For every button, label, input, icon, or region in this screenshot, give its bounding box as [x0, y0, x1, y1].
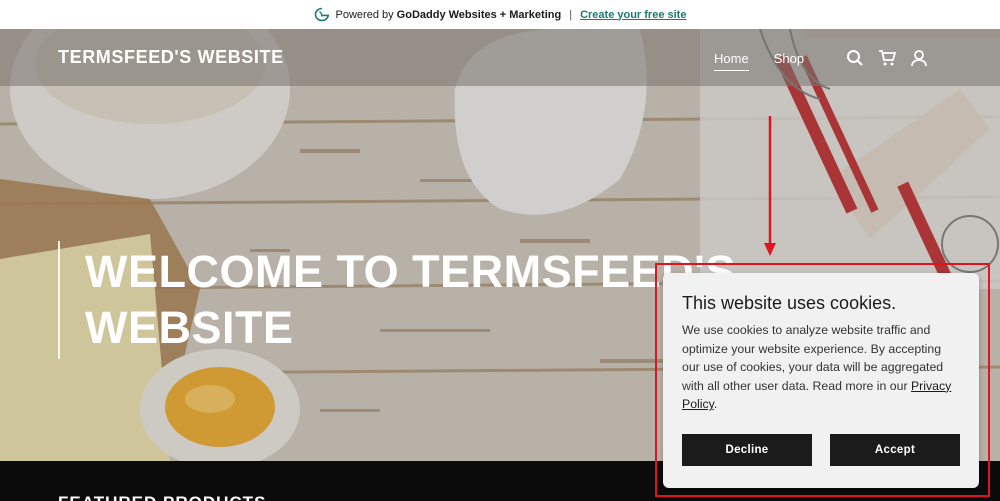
promo-separator: |	[569, 8, 573, 21]
hero-title-rule	[58, 241, 60, 359]
user-icon[interactable]	[910, 49, 928, 67]
main-nav: Home Shop	[714, 51, 804, 71]
decline-button[interactable]: Decline	[682, 434, 812, 466]
featured-heading: FEATURED PRODUCTS	[58, 493, 266, 501]
promo-prefix: Powered by	[335, 8, 394, 21]
cart-icon[interactable]	[878, 49, 896, 67]
promo-brand: GoDaddy Websites + Marketing	[396, 8, 562, 21]
cookie-body-end: .	[713, 397, 718, 412]
site-header: TERMSFEED'S WEBSITE Home Shop	[0, 29, 1000, 86]
site-logo[interactable]: TERMSFEED'S WEBSITE	[58, 47, 284, 68]
godaddy-logo-icon	[314, 7, 330, 23]
accept-button[interactable]: Accept	[830, 434, 960, 466]
nav-shop[interactable]: Shop	[774, 51, 804, 71]
cookie-message: We use cookies to analyze website traffi…	[682, 321, 962, 414]
cookie-dialog: This website uses cookies. We use cookie…	[663, 273, 979, 488]
promo-bar: Powered by GoDaddy Websites + Marketing …	[0, 0, 1000, 29]
hero-title-line-1: WELCOME TO TERMSFEED'S	[85, 246, 736, 297]
hero-title: WELCOME TO TERMSFEED'S WEBSITE	[85, 244, 736, 356]
nav-home[interactable]: Home	[714, 51, 749, 71]
cookie-title: This website uses cookies.	[682, 293, 897, 313]
create-site-link[interactable]: Create your free site	[580, 9, 686, 21]
cookie-body: We use cookies to analyze website traffi…	[682, 323, 944, 393]
search-icon[interactable]	[846, 49, 864, 67]
header-icons	[846, 49, 928, 67]
hero-title-line-2: WEBSITE	[85, 302, 294, 353]
